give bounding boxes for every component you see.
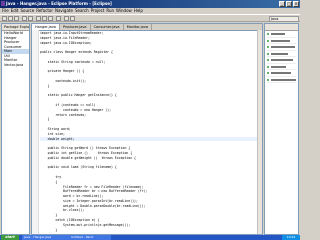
close-button[interactable]: ×: [293, 1, 299, 7]
back-icon[interactable]: [64, 16, 69, 21]
code-editor[interactable]: Hanger.java Producer.java Consumer.java …: [31, 23, 263, 235]
outline-entry[interactable]: [267, 52, 296, 57]
new-package-icon[interactable]: [42, 16, 47, 21]
outline-tab[interactable]: [265, 24, 298, 31]
eclipse-window: Java - Hanger.java - Eclipse Platform - …: [0, 0, 300, 240]
perspective-switcher[interactable]: Java: [269, 16, 299, 22]
package-explorer-tab[interactable]: Package Explorer: [2, 24, 29, 31]
forward-icon[interactable]: [70, 16, 75, 21]
taskbar-clock: 10:24: [282, 235, 300, 240]
outline-view: [264, 23, 299, 235]
outline-label: [271, 78, 296, 81]
save-icon[interactable]: [8, 16, 13, 21]
title-bar[interactable]: Java - Hanger.java - Eclipse Platform - …: [0, 0, 300, 8]
method-icon: [267, 46, 269, 48]
taskbar-item[interactable]: Java - Hanger.java: [22, 235, 69, 240]
outline-label: [271, 33, 285, 35]
outline-entry[interactable]: [267, 45, 296, 51]
tree-item[interactable]: Vector.java: [2, 63, 29, 68]
editor-tabs: Hanger.java Producer.java Consumer.java …: [32, 24, 262, 31]
outline-entry[interactable]: [267, 65, 296, 70]
method-icon: [267, 65, 269, 68]
method-icon: [267, 72, 269, 74]
outline-entry[interactable]: [267, 71, 296, 77]
method-icon: [267, 33, 269, 35]
code-line[interactable]: }: [40, 228, 258, 233]
outline-entry[interactable]: [267, 39, 296, 44]
editor-scrollbar[interactable]: [257, 30, 262, 234]
package-explorer: Package Explorer HelloWorld Hanger Produ…: [1, 23, 30, 235]
method-icon: [267, 59, 269, 61]
method-icon: [267, 39, 269, 42]
new-icon[interactable]: [2, 16, 7, 21]
tab-consumer[interactable]: Consumer.java: [91, 24, 124, 30]
tab-producer[interactable]: Producer.java: [60, 24, 91, 30]
method-icon: [267, 52, 269, 55]
toolbar: Java: [0, 14, 300, 22]
code-area[interactable]: import java.io.InputStreamReader; import …: [40, 31, 258, 232]
minimize-button[interactable]: _: [279, 1, 285, 7]
start-button[interactable]: start: [1, 235, 19, 240]
editor-ruler: [32, 30, 39, 234]
new-java-project-icon[interactable]: [36, 16, 41, 21]
taskbar-item[interactable]: Untitled - Paint: [69, 235, 111, 240]
windows-taskbar: start Java - Hanger.java Untitled - Pain…: [0, 235, 300, 240]
tab-monitor[interactable]: Monitor.java: [124, 24, 152, 30]
outline-label: [271, 39, 290, 42]
new-class-icon[interactable]: [48, 16, 53, 21]
outline-label: [271, 65, 286, 68]
outline-entry[interactable]: [267, 58, 296, 64]
outline-label: [271, 59, 293, 61]
maximize-button[interactable]: □: [286, 1, 292, 7]
window-title: Java - Hanger.java - Eclipse Platform - …: [6, 1, 112, 6]
run-icon[interactable]: [28, 16, 33, 21]
outline-label: [271, 52, 288, 55]
search-icon[interactable]: [56, 16, 61, 21]
outline-entry[interactable]: [267, 32, 296, 38]
eclipse-app-icon: [1, 1, 5, 6]
debug-icon[interactable]: [22, 16, 27, 21]
outline-entry[interactable]: [267, 78, 296, 83]
outline-label: [271, 46, 295, 48]
print-icon[interactable]: [14, 16, 19, 21]
method-icon: [267, 78, 269, 81]
outline-label: [271, 72, 291, 74]
